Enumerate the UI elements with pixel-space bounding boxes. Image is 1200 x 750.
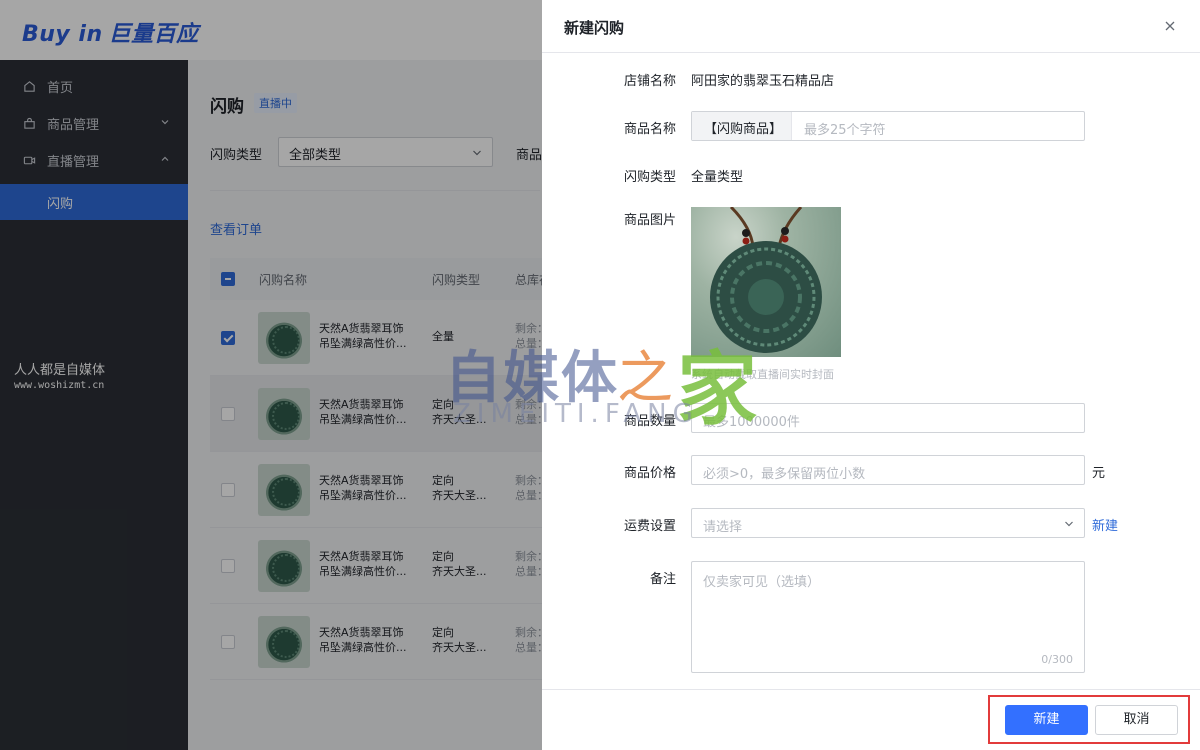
divider	[542, 52, 1200, 53]
product-name-placeholder: 最多25个字符	[804, 123, 886, 138]
quantity-label: 商品数量	[623, 414, 676, 429]
modal-mask[interactable]	[0, 0, 542, 750]
shipping-placeholder: 请选择	[703, 520, 743, 535]
close-icon[interactable]	[1163, 19, 1177, 33]
price-label: 商品价格	[623, 466, 676, 481]
shop-name-label: 店铺名称	[623, 74, 676, 89]
quantity-placeholder: 最多1000000件	[703, 415, 800, 430]
price-input[interactable]: 必须>0，最多保留两位小数	[691, 455, 1085, 485]
create-flash-sale-drawer: 新建闪购 店铺名称 阿田家的翡翠玉石精品店 商品名称 【闪购商品】 最多25个字…	[542, 0, 1200, 750]
product-name-prefix: 【闪购商品】	[692, 112, 792, 140]
flash-type-value: 全量类型	[691, 170, 744, 185]
highlight-box	[988, 695, 1190, 744]
price-placeholder: 必须>0，最多保留两位小数	[703, 467, 866, 482]
shop-name-value: 阿田家的翡翠玉石精品店	[691, 74, 835, 89]
product-name-input[interactable]: 【闪购商品】 最多25个字符	[691, 111, 1085, 141]
new-shipping-link[interactable]: 新建	[1092, 515, 1118, 534]
product-image	[691, 207, 841, 357]
shipping-select[interactable]: 请选择	[691, 508, 1085, 538]
drawer-title: 新建闪购	[564, 19, 625, 37]
flash-type-label: 闪购类型	[623, 170, 676, 185]
product-name-label: 商品名称	[623, 122, 676, 137]
chevron-down-icon	[1065, 521, 1073, 527]
note-placeholder: 仅卖家可见（选填）	[703, 575, 821, 590]
quantity-input[interactable]: 最多1000000件	[691, 403, 1085, 433]
shipping-label: 运费设置	[623, 519, 676, 534]
note-char-count: 0/300	[1041, 653, 1073, 666]
price-unit: 元	[1092, 466, 1106, 481]
note-textarea[interactable]: 仅卖家可见（选填） 0/300	[691, 561, 1085, 673]
image-tip: 系统自动截取直播间实时封面	[691, 368, 834, 381]
note-label: 备注	[649, 572, 676, 587]
product-image-label: 商品图片	[623, 213, 676, 228]
divider	[542, 689, 1200, 690]
